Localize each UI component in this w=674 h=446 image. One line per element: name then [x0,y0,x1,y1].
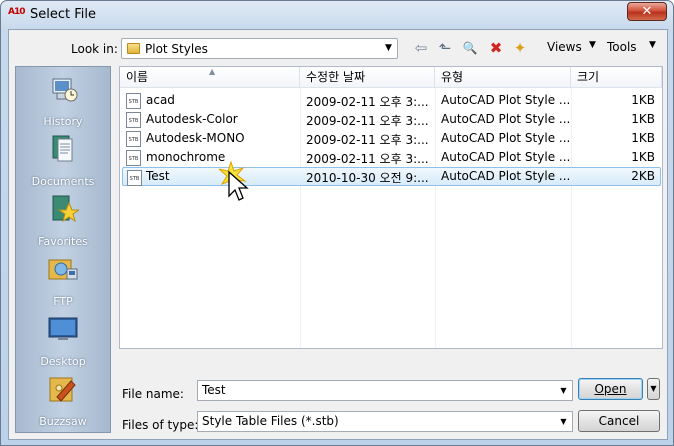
ftp-icon [48,259,78,280]
documents-icon [52,135,73,162]
mouse-pointer-icon [218,160,249,201]
new-folder-icon[interactable]: ✦ [511,39,529,57]
autocad-app-icon: A10 [8,7,26,17]
file-type: AutoCAD Plot Style ... [441,150,571,164]
place-label: History [43,115,83,128]
file-type-dropdown[interactable]: Style Table Files (*.stb) ▼ [197,411,573,432]
place-favorites[interactable]: Favorites [16,195,110,255]
file-type: AutoCAD Plot Style ... [441,131,571,145]
tools-menu-button[interactable]: Tools [607,40,637,54]
views-chevron-down-icon[interactable]: ▼ [589,40,596,50]
file-name: acad [146,93,175,107]
file-type: AutoCAD Plot Style ... [441,93,571,107]
file-name-input[interactable]: Test ▼ [197,380,573,401]
file-date: 2009-02-11 오후 3:... [306,133,429,147]
file-name: Autodesk-Color [146,112,238,126]
select-file-dialog: A10 Select File ✕ Look in: Plot Styles ▼… [0,0,674,446]
column-header-type[interactable]: 유형 [435,67,571,88]
column-header-size[interactable]: 크기 [571,67,662,88]
places-bar: History Documents Favorites FTP Desktop … [15,66,111,433]
stb-file-icon: STB [126,112,141,128]
place-label: Buzzsaw [39,415,87,428]
file-type: AutoCAD Plot Style ... [441,169,571,183]
file-size: 2KB [631,169,655,183]
file-size: 1KB [631,112,655,126]
file-type-label: Files of type: [122,418,199,432]
look-in-dropdown[interactable]: Plot Styles ▼ [121,38,398,59]
place-buzzsaw[interactable]: Buzzsaw [16,375,110,435]
file-size: 1KB [631,150,655,164]
column-header-date[interactable]: 수정한 날짜 [300,67,435,88]
file-name-label: File name: [122,387,184,401]
chevron-down-icon[interactable]: ▼ [555,381,572,400]
dialog-body: Look in: Plot Styles ▼ ⇦ ⬑ 🔍 ✖ ✦ Views ▼… [8,29,668,440]
chevron-down-icon[interactable]: ▼ [380,39,397,58]
file-row-autodesk-mono[interactable]: STB Autodesk-MONO 2009-02-11 오후 3:... Au… [122,129,661,148]
place-documents[interactable]: Documents [16,135,110,195]
stb-file-icon: STB [127,170,142,186]
place-label: Favorites [38,235,88,248]
file-size: 1KB [631,131,655,145]
open-options-button[interactable]: ▼ [647,378,660,400]
place-desktop[interactable]: Desktop [16,315,110,375]
file-name: monochrome [146,150,226,164]
up-folder-icon[interactable]: ⬑ [436,39,454,57]
stb-file-icon: STB [126,150,141,166]
title-bar[interactable]: A10 Select File ✕ [1,1,673,29]
chevron-down-icon[interactable]: ▼ [555,412,572,431]
search-web-icon[interactable]: 🔍 [461,39,479,57]
place-label: FTP [53,295,73,308]
views-menu-button[interactable]: Views [547,40,582,54]
file-name: Autodesk-MONO [146,131,245,145]
place-label: Desktop [40,355,86,368]
file-date: 2009-02-11 오후 3:... [306,152,429,166]
look-in-value: Plot Styles [145,42,208,56]
back-icon[interactable]: ⇦ [412,39,430,57]
file-row-autodesk-color[interactable]: STB Autodesk-Color 2009-02-11 오후 3:... A… [122,110,661,129]
file-type: AutoCAD Plot Style ... [441,112,571,126]
file-row-monochrome[interactable]: STB monochrome 2009-02-11 오후 3:... AutoC… [122,148,661,167]
tools-chevron-down-icon[interactable]: ▼ [649,40,656,50]
file-name: Test [146,169,170,183]
dialog-title: Select File [30,7,96,22]
history-icon [52,78,78,102]
file-date: 2009-02-11 오후 3:... [306,95,429,109]
delete-icon[interactable]: ✖ [487,39,505,57]
desktop-icon [48,317,78,340]
file-date: 2009-02-11 오후 3:... [306,114,429,128]
folder-icon [127,43,140,54]
file-row-acad[interactable]: STB acad 2009-02-11 오후 3:... AutoCAD Plo… [122,91,661,110]
file-name-value: Test [202,383,226,397]
file-row-test[interactable]: STB Test 2010-10-30 오전 9:... AutoCAD Plo… [122,167,661,186]
file-date: 2010-10-30 오전 9:... [306,171,429,185]
file-list[interactable]: 이름 ▲ 수정한 날짜 유형 크기 STB acad 2009-02-11 오후… [119,66,663,349]
file-type-value: Style Table Files (*.stb) [202,414,339,428]
place-ftp[interactable]: FTP [16,255,110,315]
stb-file-icon: STB [126,93,141,109]
place-history[interactable]: History [16,75,110,135]
column-header-name[interactable]: 이름 ▲ [120,67,300,88]
sort-ascending-icon: ▲ [209,67,216,76]
favorites-icon [52,195,79,223]
open-button[interactable]: Open [578,378,643,400]
stb-file-icon: STB [126,131,141,147]
buzzsaw-icon [49,377,76,402]
file-size: 1KB [631,93,655,107]
close-button[interactable]: ✕ [627,2,667,21]
look-in-label: Look in: [71,42,118,56]
place-label: Documents [31,175,95,188]
cancel-button[interactable]: Cancel [578,410,660,432]
